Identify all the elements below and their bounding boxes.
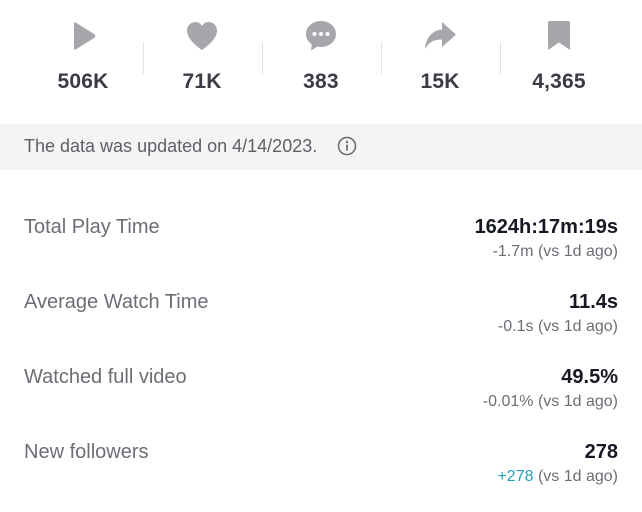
metric-value: 11.4s [569,291,618,313]
metric-change: -0.01% (vs 1d ago) [483,393,618,411]
share-icon [422,18,458,54]
metric-change: +278 (vs 1d ago) [497,468,618,486]
comment-icon [303,18,339,54]
info-icon[interactable] [337,136,357,156]
metric-new-followers: New followers 278 +278 (vs 1d ago) [0,441,642,511]
engagement-stats-bar: 506K 71K 383 15K 4,365 [0,0,642,124]
metric-value: 49.5% [561,366,618,388]
metric-delta: -0.1s [497,318,534,335]
metric-total-play-time: Total Play Time 1624h:17m:19s -1.7m (vs … [0,216,642,286]
metric-average-watch-time: Average Watch Time 11.4s -0.1s (vs 1d ag… [0,291,642,361]
metric-change: -1.7m (vs 1d ago) [493,243,618,261]
metric-compare: (vs 1d ago) [537,243,618,260]
stat-comments: 383 [261,18,381,108]
heart-icon [184,18,220,54]
metric-label: Total Play Time [24,216,160,238]
metric-delta: +278 [497,468,534,485]
stat-shares-value: 15K [420,70,460,93]
stat-views-value: 506K [57,70,109,93]
metric-watched-full-video: Watched full video 49.5% -0.01% (vs 1d a… [0,366,642,436]
stat-views: 506K [23,18,143,108]
stat-likes-value: 71K [182,70,222,93]
metric-label: Watched full video [24,366,187,388]
metric-compare: (vs 1d ago) [537,318,618,335]
stat-saves: 4,365 [499,18,619,108]
metric-label: New followers [24,441,149,463]
metric-delta: -1.7m [492,243,534,260]
stat-saves-value: 4,365 [532,70,586,93]
data-updated-notice: The data was updated on 4/14/2023. [0,124,642,170]
stat-likes: 71K [142,18,262,108]
stat-comments-value: 383 [303,70,339,93]
play-icon [65,18,101,54]
metric-change: -0.1s (vs 1d ago) [498,318,618,336]
metric-label: Average Watch Time [24,291,209,313]
metric-value: 278 [584,441,618,463]
bookmark-icon [541,18,577,54]
metric-delta: -0.01% [482,393,534,410]
metric-compare: (vs 1d ago) [537,468,618,485]
metric-compare: (vs 1d ago) [537,393,618,410]
metric-value: 1624h:17m:19s [474,216,618,238]
stat-shares: 15K [380,18,500,108]
data-updated-text: The data was updated on 4/14/2023. [24,136,318,156]
